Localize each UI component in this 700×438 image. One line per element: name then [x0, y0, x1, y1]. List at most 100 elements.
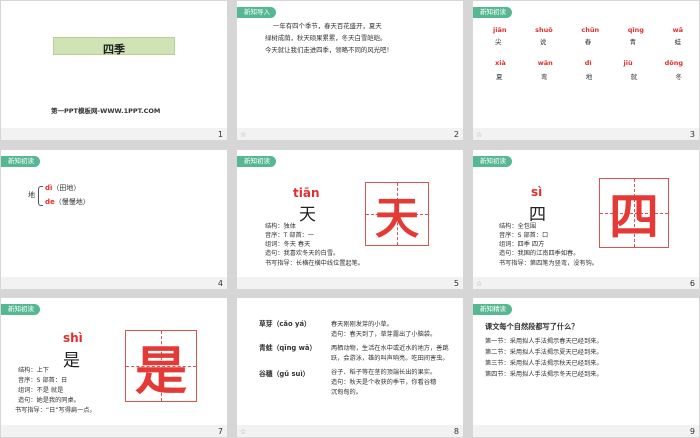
polyphone-char: 地: [28, 191, 35, 199]
info-line: 组词：不是 就是: [18, 387, 64, 394]
footer-bar: [473, 277, 699, 289]
slide-number: 5: [453, 279, 459, 288]
grid-character: 天: [375, 193, 419, 244]
pinyin: jiān: [493, 26, 507, 34]
info-line: 书写指导：“日”写得扁一点。: [15, 407, 96, 414]
star-icon: ☆: [476, 131, 483, 139]
slide-number: 9: [689, 427, 695, 436]
slide-number: 7: [217, 427, 223, 436]
slide-subtitle: 第一PPT模板网-WWW.1PPT.COM: [51, 107, 161, 115]
slide-thumbnail-6[interactable]: 新知初读 sì 四 结构：全包围 音序：S 部首：口 组词：四季 四方 造句：我…: [473, 150, 699, 289]
vocab-def: 谷子、稻子等在茎的顶端长出的果实。: [331, 369, 437, 376]
pinyin: qīng: [627, 26, 644, 34]
pinyin: dì: [584, 59, 592, 67]
writing-grid: 四: [599, 178, 669, 248]
footer-bar: [473, 425, 699, 437]
summary-line: 第一节：采用拟人手法揭示春天已经到来。: [485, 338, 603, 345]
reading-2: de（慢慢地）: [45, 198, 90, 208]
footer-bar: [237, 277, 463, 289]
star-icon: ☆: [240, 131, 247, 139]
section-tag: 新知精读: [473, 304, 512, 315]
intro-line-3: 今天就让我们走进四季，领略不同的风光吧！: [265, 46, 393, 54]
slide-number: 2: [453, 130, 459, 139]
section-tag: 新知初读: [473, 7, 512, 18]
star-icon: ☆: [240, 428, 247, 436]
slide-thumbnail-7[interactable]: 新知初读 shì 是 结构：上下 音序：S 部首：日 组词：不是 就是 造句：她…: [1, 298, 227, 437]
slide-thumbnail-8[interactable]: 草芽（cǎo yá） 春天刚刚发芽的小草。 造句：春天到了，草芽露出了小脑袋。 …: [237, 298, 463, 437]
char-row-2: 夏 弯 地 就 冬: [496, 71, 682, 81]
slide-thumbnail-3[interactable]: 新知初读 jiān shuō chūn qīng wā 尖 说 春 青 蛙 xi…: [473, 1, 699, 140]
footer-bar: [1, 277, 227, 289]
example-word: （田地）: [52, 184, 81, 192]
slide-number: 4: [217, 279, 223, 288]
info-line: 结构：上下: [18, 367, 49, 374]
char-small: 是: [63, 351, 80, 371]
section-tag: 新知初读: [237, 156, 276, 167]
vocab-example: 沉甸甸的。: [331, 389, 362, 396]
footer-bar: [237, 128, 463, 140]
slide-thumbnail-9[interactable]: 新知精读 课文每个自然段都写了什么？ 第一节：采用拟人手法揭示春天已经到来。 第…: [473, 298, 699, 437]
info-line: 造句：她是我的同桌。: [18, 397, 80, 404]
vocab-example: 造句：春天到了，草芽露出了小脑袋。: [331, 331, 437, 338]
character: 尖: [495, 38, 502, 46]
character: 就: [630, 73, 638, 81]
grid-character: 四: [609, 187, 659, 246]
slide-number: 1: [217, 130, 223, 139]
info-line: 音序：S 部首：日: [18, 377, 68, 384]
character: 说: [539, 38, 547, 46]
intro-line-1: 一年有四个季节，春天百花盛开，夏天: [273, 22, 382, 30]
char-pinyin: sì: [531, 185, 543, 199]
vocab-term: 青蛙（qīng wā）: [259, 344, 317, 352]
footer-bar: [473, 128, 699, 140]
info-line: 书写指导：长横在横中线位置起笔。: [265, 260, 364, 267]
info-line: 造句：我国的江南四季如春。: [499, 250, 580, 257]
section-tag: 新知初读: [1, 156, 40, 167]
character: 冬: [675, 73, 683, 81]
slide-thumbnail-2[interactable]: 新知导入 一年有四个季节，春天百花盛开，夏天 绿树成荫，秋天硕果累累，冬天白雪皑…: [237, 1, 463, 140]
summary-line: 第四节：采用拟人手法揭示冬天已经到来。: [485, 371, 603, 378]
pinyin: shuō: [535, 26, 553, 34]
section-tag: 新知导入: [237, 7, 276, 18]
vocab-term: 谷穗（gǔ suì）: [259, 370, 310, 378]
reading-1: dì（田地）: [45, 184, 80, 194]
slide-thumbnail-5[interactable]: 新知初读 tiān 天 结构：独体 音序：T 部首：一 组词：冬天 春天 造句：…: [237, 150, 463, 289]
title-box: 四季: [53, 37, 175, 56]
footer-bar: [237, 425, 463, 437]
section-tag: 新知初读: [473, 156, 512, 167]
grid-character: 是: [134, 340, 187, 402]
slide-number: 6: [689, 279, 695, 288]
slide-thumbnail-1[interactable]: 四季 第一PPT模板网-WWW.1PPT.COM 1: [1, 1, 227, 140]
pinyin: wā: [672, 26, 683, 34]
vocab-example: 跃，会游泳，雄的叫声响亮。吃田间害虫。: [331, 355, 449, 362]
intro-line-2: 绿树成荫，秋天硕果累累，冬天白雪皑皑。: [265, 34, 387, 42]
pinyin: dōng: [664, 59, 683, 67]
slide-title: 四季: [103, 43, 125, 56]
char-pinyin: tiān: [293, 186, 320, 200]
summary-line: 第二节：采用拟人手法揭示夏天已经到来。: [485, 349, 603, 356]
character: 地: [585, 73, 593, 81]
slide-thumbnail-4[interactable]: 新知初读 地 dì（田地） de（慢慢地） 4: [1, 150, 227, 289]
slide-number: 3: [689, 130, 695, 139]
slide-number: 8: [453, 427, 459, 436]
writing-grid: 是: [125, 330, 197, 402]
character: 春: [584, 38, 592, 46]
summary-line: 第三节：采用拟人手法揭示秋天已经到来。: [485, 360, 603, 367]
vocab-example: 造句：秋天是个收获的季节，你看谷穗: [331, 379, 437, 386]
info-line: 书写指导：第四笔为竖弯，没有钩。: [499, 260, 598, 267]
writing-grid: 天: [365, 182, 429, 246]
character: 弯: [540, 73, 548, 81]
footer-bar: [1, 128, 227, 140]
section-tag: 新知初读: [1, 304, 40, 315]
pinyin: de: [45, 198, 55, 206]
vocab-term: 草芽（cǎo yá）: [259, 320, 311, 328]
question-title: 课文每个自然段都写了什么？: [485, 322, 579, 331]
info-line: 造句：我喜欢冬天的白雪。: [265, 250, 340, 257]
example-word: （慢慢地）: [54, 198, 90, 206]
pinyin: chūn: [581, 26, 600, 34]
pinyin-row-2: xià wān dì jiù dōng: [495, 59, 683, 67]
pinyin-row-1: jiān shuō chūn qīng wā: [493, 26, 683, 34]
character: 青: [629, 38, 637, 46]
pinyin: wān: [537, 59, 553, 67]
pinyin: jiù: [623, 59, 633, 67]
pinyin: xià: [495, 59, 506, 67]
